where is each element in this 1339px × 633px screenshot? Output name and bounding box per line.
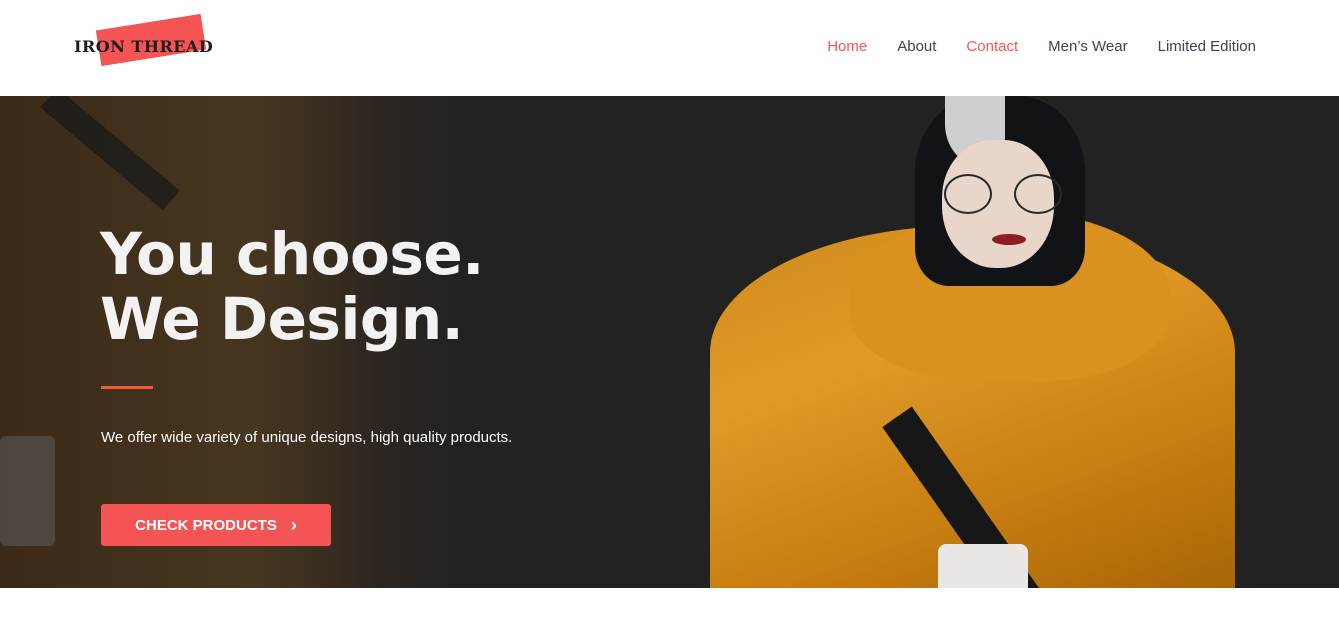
logo[interactable]: IRON THREAD <box>74 13 244 67</box>
chevron-right-icon: › <box>290 515 297 535</box>
strap-shape <box>40 96 180 211</box>
hero-title: You choose. We Design. <box>100 222 484 352</box>
nav-home[interactable]: Home <box>827 38 867 55</box>
nav-about[interactable]: About <box>897 38 936 55</box>
site-header: IRON THREAD Home About Contact Men’s Wea… <box>0 0 1339 96</box>
hero-title-line1: You choose. <box>100 220 484 288</box>
lips-shape <box>992 234 1026 245</box>
cta-label: CHECK PRODUCTS <box>135 516 277 534</box>
accent-divider <box>101 386 153 389</box>
check-products-button[interactable]: CHECK PRODUCTS › <box>101 504 331 546</box>
hero-section: You choose. We Design. We offer wide var… <box>0 96 1339 588</box>
glasses-shape <box>942 174 1064 214</box>
hero-model-image <box>710 96 1235 588</box>
dice-keychain-shape <box>938 544 1028 588</box>
hero-title-line2: We Design. <box>100 285 464 353</box>
dice-shape <box>0 436 55 546</box>
hero-subtitle: We offer wide variety of unique designs,… <box>101 429 513 446</box>
logo-text: IRON THREAD <box>74 37 214 56</box>
nav-limited-edition[interactable]: Limited Edition <box>1158 38 1256 55</box>
main-nav: Home About Contact Men’s Wear Limited Ed… <box>827 38 1256 55</box>
nav-mens-wear[interactable]: Men’s Wear <box>1048 38 1127 55</box>
nav-contact[interactable]: Contact <box>966 38 1018 55</box>
